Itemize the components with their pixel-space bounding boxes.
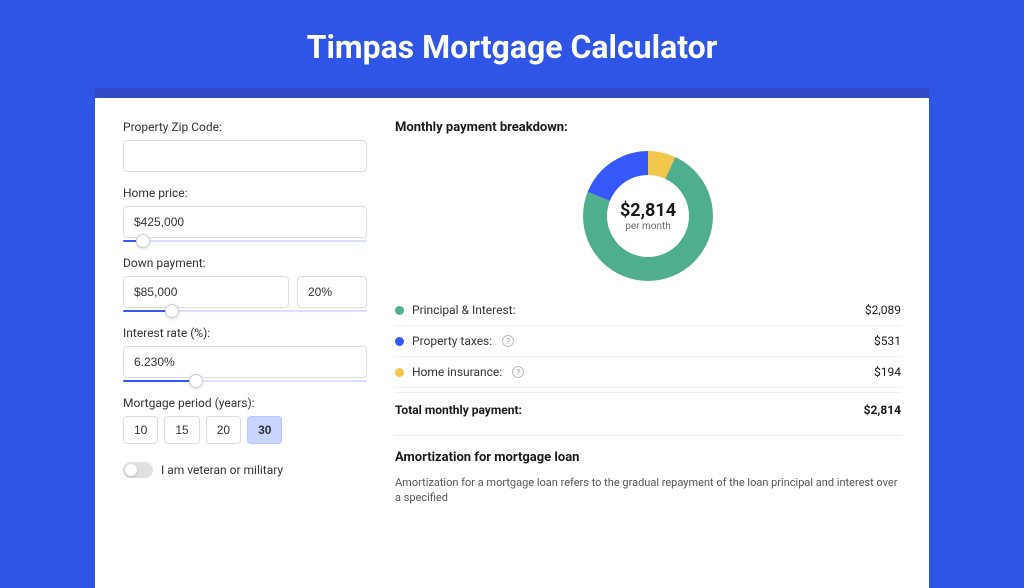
- total-value: $2,814: [864, 403, 901, 417]
- veteran-toggle[interactable]: [123, 462, 153, 478]
- card-shadow: Property Zip Code: Home price: Down paym…: [95, 88, 929, 588]
- down-payment-label: Down payment:: [123, 256, 367, 270]
- down-payment-input[interactable]: [123, 276, 289, 308]
- info-icon[interactable]: ?: [502, 335, 514, 347]
- legend-principal-interest: Principal & Interest: $2,089: [395, 295, 901, 326]
- interest-rate-slider[interactable]: [123, 380, 367, 382]
- down-payment-field: Down payment:: [123, 256, 367, 312]
- home-price-field: Home price:: [123, 186, 367, 242]
- amortization-text: Amortization for a mortgage loan refers …: [395, 475, 901, 506]
- period-field: Mortgage period (years): 10 15 20 30: [123, 396, 367, 444]
- legend-value: $194: [874, 365, 901, 379]
- donut-chart: $2,814 per month: [583, 151, 713, 281]
- legend-home-insurance: Home insurance: ? $194: [395, 357, 901, 388]
- slider-thumb[interactable]: [165, 304, 179, 318]
- legend-label: Property taxes:: [412, 334, 492, 348]
- legend-label: Home insurance:: [412, 365, 502, 379]
- amortization-title: Amortization for mortgage loan: [395, 450, 901, 465]
- period-buttons: 10 15 20 30: [123, 416, 367, 444]
- interest-rate-input[interactable]: [123, 346, 367, 378]
- interest-rate-field: Interest rate (%):: [123, 326, 367, 382]
- total-label: Total monthly payment:: [395, 403, 522, 417]
- legend-value: $531: [874, 334, 901, 348]
- breakdown-column: Monthly payment breakdown: $2,814 per mo…: [395, 120, 901, 566]
- home-price-slider[interactable]: [123, 240, 367, 242]
- home-price-input[interactable]: [123, 206, 367, 238]
- interest-rate-label: Interest rate (%):: [123, 326, 367, 340]
- inputs-column: Property Zip Code: Home price: Down paym…: [123, 120, 367, 566]
- dot-icon: [395, 306, 404, 315]
- veteran-toggle-row: I am veteran or military: [123, 462, 367, 478]
- zip-label: Property Zip Code:: [123, 120, 367, 134]
- down-payment-slider[interactable]: [123, 310, 367, 312]
- total-row: Total monthly payment: $2,814: [395, 392, 901, 435]
- veteran-label: I am veteran or military: [161, 463, 283, 477]
- down-payment-pct-input[interactable]: [297, 276, 367, 308]
- toggle-knob: [125, 464, 137, 476]
- legend-value: $2,089: [865, 303, 901, 317]
- period-15-button[interactable]: 15: [164, 416, 199, 444]
- home-price-label: Home price:: [123, 186, 367, 200]
- slider-thumb[interactable]: [189, 374, 203, 388]
- donut-value: $2,814: [620, 200, 676, 221]
- period-10-button[interactable]: 10: [123, 416, 158, 444]
- dot-icon: [395, 368, 404, 377]
- period-30-button[interactable]: 30: [247, 416, 282, 444]
- zip-input[interactable]: [123, 140, 367, 172]
- legend-property-taxes: Property taxes: ? $531: [395, 326, 901, 357]
- donut-center: $2,814 per month: [607, 175, 689, 257]
- legend-label: Principal & Interest:: [412, 303, 516, 317]
- info-icon[interactable]: ?: [512, 366, 524, 378]
- zip-field: Property Zip Code:: [123, 120, 367, 172]
- donut-sublabel: per month: [625, 221, 671, 232]
- amortization-section: Amortization for mortgage loan Amortizat…: [395, 435, 901, 506]
- donut-chart-wrap: $2,814 per month: [395, 145, 901, 295]
- slider-thumb[interactable]: [136, 234, 150, 248]
- period-label: Mortgage period (years):: [123, 396, 367, 410]
- period-20-button[interactable]: 20: [206, 416, 241, 444]
- breakdown-title: Monthly payment breakdown:: [395, 120, 901, 135]
- calculator-card: Property Zip Code: Home price: Down paym…: [95, 98, 929, 588]
- page-title: Timpas Mortgage Calculator: [0, 0, 1024, 88]
- dot-icon: [395, 337, 404, 346]
